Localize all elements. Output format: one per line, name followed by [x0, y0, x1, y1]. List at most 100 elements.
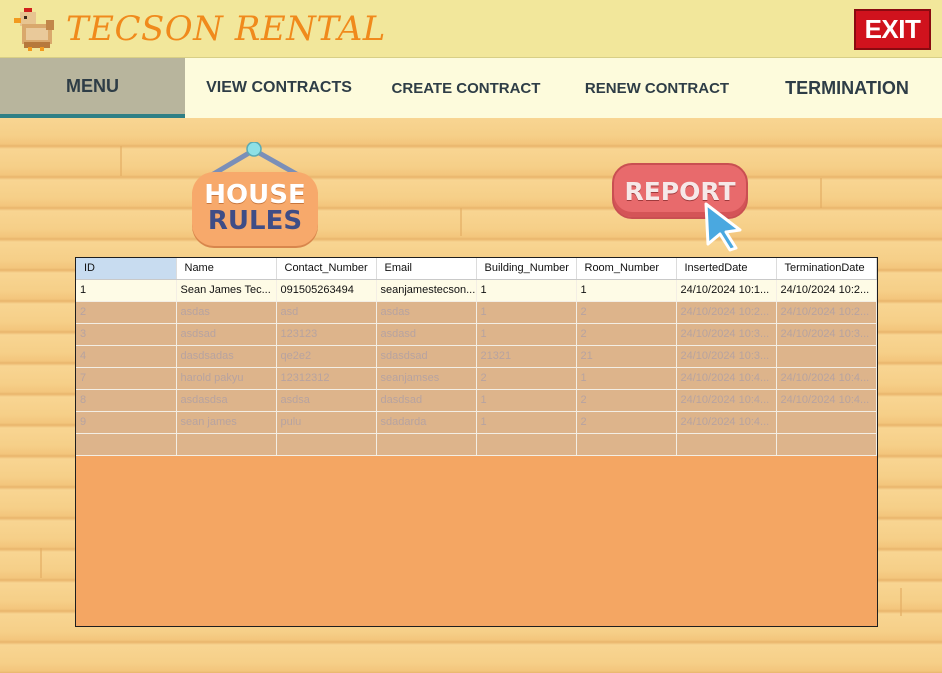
table-cell[interactable] — [176, 433, 277, 456]
table-cell[interactable]: asdasdsa — [176, 389, 277, 412]
table-cell[interactable]: 24/10/2024 10:2... — [776, 279, 877, 302]
table-cell[interactable]: 7 — [76, 367, 177, 390]
table-row[interactable]: 1 Sean James Tec... 091505263494 seanjamest… — [76, 279, 877, 302]
column-header-room[interactable]: Room_Number — [576, 258, 677, 280]
table-row[interactable]: 2 asdas asd asdas 1 2 24/10/2024 10:2... 24/10/… — [76, 301, 877, 324]
wood-seam — [820, 178, 822, 208]
nav-termination[interactable]: TERMINATION — [760, 58, 934, 118]
table-cell[interactable]: 4 — [76, 345, 177, 368]
table-cell[interactable]: 1 — [476, 279, 577, 302]
table-cell[interactable]: 2 — [76, 301, 177, 324]
table-cell[interactable]: Sean James Tec... — [176, 279, 277, 302]
table-cell[interactable]: 24/10/2024 10:4... — [676, 389, 777, 412]
house-rules-label-2: RULES — [207, 206, 303, 236]
table-cell[interactable]: 21321 — [476, 345, 577, 368]
nav-menu[interactable]: MENU — [0, 58, 185, 118]
table-cell[interactable]: asdas — [376, 301, 477, 324]
wood-seam — [40, 548, 42, 578]
table-cell[interactable]: harold pakyu — [176, 367, 277, 390]
nav-create-contract[interactable]: CREATE CONTRACT — [378, 58, 554, 118]
table-row[interactable]: 9 sean james pulu sdadarda 1 2 24/10/2024 10:4… — [76, 411, 877, 434]
table-cell[interactable]: 1 — [476, 411, 577, 434]
table-cell[interactable]: 091505263494 — [276, 279, 377, 302]
table-cell[interactable] — [676, 433, 777, 456]
wood-seam — [120, 146, 122, 176]
table-cell[interactable]: 1 — [476, 323, 577, 346]
table-cell[interactable]: 24/10/2024 10:4... — [776, 389, 877, 412]
table-header-row: ID Name Contact_Number Email Building_Nu… — [76, 258, 877, 280]
table-cell[interactable]: 24/10/2024 10:1... — [676, 279, 777, 302]
table-cell[interactable]: 2 — [476, 367, 577, 390]
table-cell[interactable]: 1 — [476, 301, 577, 324]
exit-button[interactable]: EXIT — [854, 9, 931, 50]
house-rules-button[interactable]: HOUSE RULES — [190, 142, 320, 248]
column-header-name[interactable]: Name — [176, 258, 277, 280]
table-cell[interactable]: asdasd — [376, 323, 477, 346]
wood-seam — [460, 208, 462, 236]
column-header-id[interactable]: ID — [76, 258, 177, 280]
table-cell[interactable]: 1 — [576, 279, 677, 302]
table-cell[interactable]: 1 — [76, 279, 177, 302]
nav-view-contracts[interactable]: VIEW CONTRACTS — [185, 58, 373, 118]
table-cell[interactable]: asdsa — [276, 389, 377, 412]
column-header-email[interactable]: Email — [376, 258, 477, 280]
nav-renew-contract[interactable]: RENEW CONTRACT — [568, 58, 746, 118]
table-cell[interactable]: 3 — [76, 323, 177, 346]
table-cell[interactable]: 24/10/2024 10:3... — [776, 323, 877, 346]
table-cell[interactable]: 123123 — [276, 323, 377, 346]
column-header-termination-date[interactable]: TerminationDate — [776, 258, 877, 280]
table-cell[interactable]: 21 — [576, 345, 677, 368]
table-cell[interactable] — [376, 433, 477, 456]
table-row[interactable] — [76, 433, 877, 456]
table-cell[interactable]: 12312312 — [276, 367, 377, 390]
main-nav: MENU VIEW CONTRACTS CREATE CONTRACT RENE… — [0, 58, 942, 118]
table-cell[interactable] — [276, 433, 377, 456]
table-cell[interactable]: 24/10/2024 10:4... — [676, 367, 777, 390]
table-cell[interactable]: 24/10/2024 10:4... — [676, 411, 777, 434]
table-cell[interactable]: 24/10/2024 10:2... — [676, 301, 777, 324]
table-cell[interactable] — [776, 345, 877, 368]
table-cell[interactable]: 24/10/2024 10:3... — [676, 323, 777, 346]
chicken-icon — [14, 8, 54, 51]
table-cell[interactable] — [576, 433, 677, 456]
table-cell[interactable]: 2 — [576, 411, 677, 434]
table-cell[interactable]: asdas — [176, 301, 277, 324]
table-row[interactable]: 7 harold pakyu 12312312 seanjamses 2 1 24/10/2… — [76, 367, 877, 390]
table-cell[interactable]: seanjamses — [376, 367, 477, 390]
table-cell[interactable]: 24/10/2024 10:3... — [676, 345, 777, 368]
table-cell[interactable]: asd — [276, 301, 377, 324]
table-cell[interactable]: 8 — [76, 389, 177, 412]
table-row[interactable]: 3 asdsad 123123 asdasd 1 2 24/10/2024 10:3... 2… — [76, 323, 877, 346]
table-row[interactable]: 4 dasdsadas qe2e2 sdasdsad 21321 21 24/10/2024… — [76, 345, 877, 368]
column-header-inserted-date[interactable]: InsertedDate — [676, 258, 777, 280]
table-cell[interactable]: 24/10/2024 10:2... — [776, 301, 877, 324]
table-cell[interactable]: pulu — [276, 411, 377, 434]
table-row[interactable]: 8 asdasdsa asdsa dasdsad 1 2 24/10/2024 10:4..… — [76, 389, 877, 412]
table-cell[interactable]: dasdsadas — [176, 345, 277, 368]
header-bar: TECSON RENTAL EXIT — [0, 0, 942, 58]
table-cell[interactable]: asdsad — [176, 323, 277, 346]
table-cell[interactable]: dasdsad — [376, 389, 477, 412]
table-cell[interactable] — [476, 433, 577, 456]
table-cell[interactable]: qe2e2 — [276, 345, 377, 368]
pointer-cursor-icon — [704, 202, 742, 252]
table-cell[interactable] — [776, 411, 877, 434]
contracts-table: ID Name Contact_Number Email Building_Nu… — [76, 258, 877, 456]
table-cell[interactable]: 2 — [576, 301, 677, 324]
table-cell[interactable]: 2 — [576, 389, 677, 412]
contracts-grid[interactable]: ID Name Contact_Number Email Building_Nu… — [75, 257, 878, 627]
table-cell[interactable]: 1 — [576, 367, 677, 390]
table-cell[interactable] — [76, 433, 177, 456]
table-cell[interactable]: sdasdsad — [376, 345, 477, 368]
table-cell[interactable] — [776, 433, 877, 456]
wood-seam — [900, 588, 902, 616]
table-cell[interactable]: 2 — [576, 323, 677, 346]
column-header-building[interactable]: Building_Number — [476, 258, 577, 280]
table-cell[interactable]: seanjamestecson... — [376, 279, 477, 302]
table-cell[interactable]: sean james — [176, 411, 277, 434]
column-header-contact[interactable]: Contact_Number — [276, 258, 377, 280]
table-cell[interactable]: 1 — [476, 389, 577, 412]
table-cell[interactable]: 24/10/2024 10:4... — [776, 367, 877, 390]
table-cell[interactable]: sdadarda — [376, 411, 477, 434]
table-cell[interactable]: 9 — [76, 411, 177, 434]
